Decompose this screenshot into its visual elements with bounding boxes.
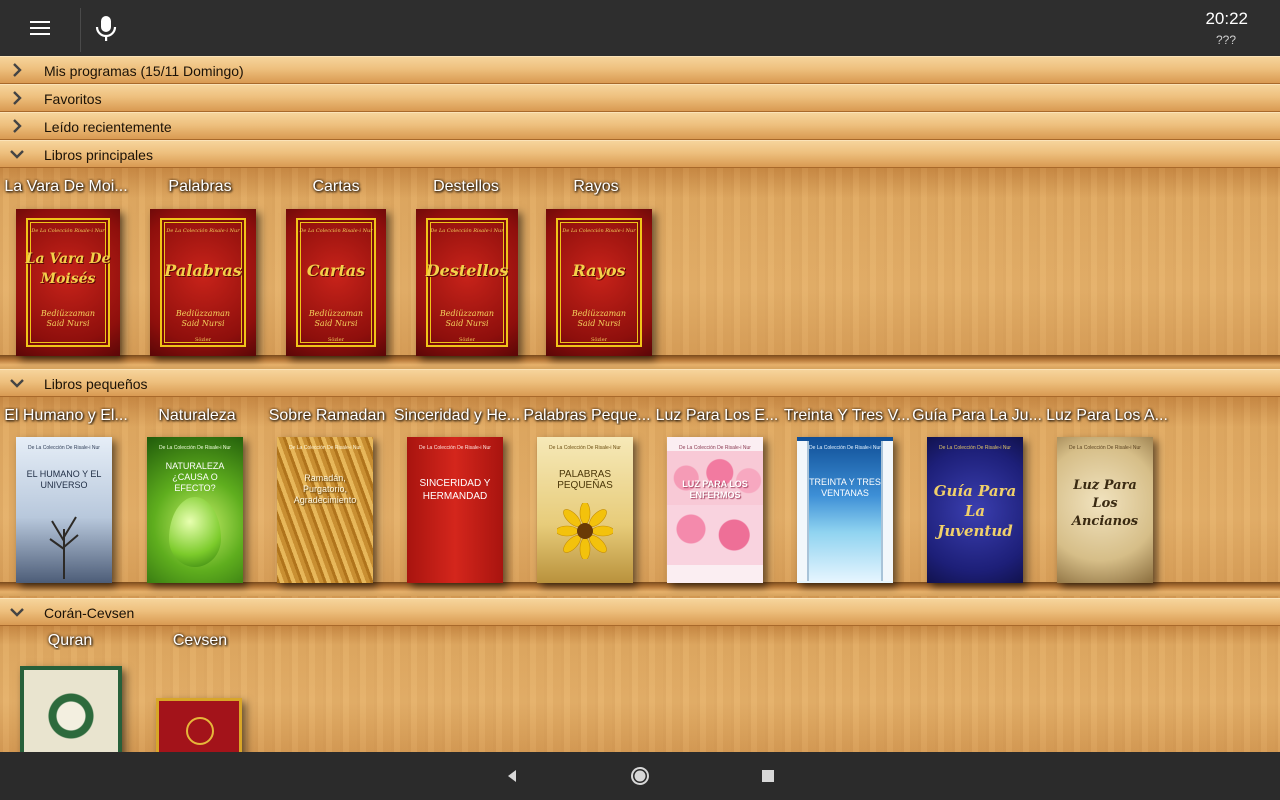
section-leido-recientemente[interactable]: Leído recientemente xyxy=(0,112,1280,140)
book-title: Rayos xyxy=(573,178,619,195)
shelf-libros-principales: La Vara De Moi... De La Colección Risale… xyxy=(0,168,1280,369)
section-label: Favoritos xyxy=(44,91,102,107)
book-title: La Vara De Moi... xyxy=(4,178,128,195)
top-app-bar: 20:22 ??? xyxy=(0,0,1280,56)
book-treinta-y-tres-ventanas[interactable]: Treinta Y Tres V... De La Colección De R… xyxy=(784,407,910,585)
chevron-down-icon xyxy=(10,150,24,159)
section-label: Libros pequeños xyxy=(44,376,148,392)
book-rayos[interactable]: Rayos De La Colección Risale-i Nur Rayos… xyxy=(546,178,652,358)
shelf-libros-pequenos: El Humano y El... De La Colección De Ris… xyxy=(0,397,1280,598)
book-title: Quran xyxy=(47,632,93,649)
book-cover: De La Colección De Risale-i Nur LUZ PARA… xyxy=(667,437,763,583)
book-cover: De La Colección De Risale-i Nur Guía Par… xyxy=(927,437,1023,583)
home-button[interactable] xyxy=(628,764,652,788)
book-quran[interactable]: Quran xyxy=(20,632,122,752)
recents-icon xyxy=(762,770,774,782)
book-title: Naturaleza xyxy=(158,407,236,424)
book-title: Palabras Peque... xyxy=(523,407,651,424)
book-cover: De La Colección De Risale-i Nur SINCERID… xyxy=(407,437,503,583)
book-cover: De La Colección Risale-i Nur Destellos B… xyxy=(416,209,518,356)
chevron-right-icon xyxy=(13,119,22,133)
book-luz-para-los-ancianos[interactable]: Luz Para Los A... De La Colección De Ris… xyxy=(1046,407,1168,585)
book-cover: De La Colección De Risale-i Nur Luz Para… xyxy=(1057,437,1153,583)
chevron-down-icon xyxy=(10,608,24,617)
section-label: Corán-Cevsen xyxy=(44,605,135,621)
chevron-down-icon xyxy=(10,379,24,388)
book-guia-para-la-juventud[interactable]: Guía Para La Ju... De La Colección De Ri… xyxy=(912,407,1042,585)
book-title: El Humano y El... xyxy=(4,407,128,424)
book-cartas[interactable]: Cartas De La Colección Risale-i Nur Cart… xyxy=(286,178,386,358)
section-coran-cevsen[interactable]: Corán-Cevsen xyxy=(0,598,1280,626)
back-button[interactable] xyxy=(500,764,524,788)
book-cover: De La Colección Risale-i Nur Rayos Bediü… xyxy=(546,209,652,356)
clock-subtext: ??? xyxy=(1215,33,1236,47)
book-destellos[interactable]: Destellos De La Colección Risale-i Nur D… xyxy=(416,178,518,358)
chevron-right-icon xyxy=(13,91,22,105)
book-title: Palabras xyxy=(168,178,232,195)
book-palabras-pequenas[interactable]: Palabras Peque... De La Colección De Ris… xyxy=(523,407,651,585)
book-title: Guía Para La Ju... xyxy=(912,407,1042,424)
book-cover: De La Colección De Risale-i Nur NATURALE… xyxy=(147,437,243,583)
book-naturaleza[interactable]: Naturaleza De La Colección De Risale-i N… xyxy=(147,407,243,585)
book-title: Cartas xyxy=(312,178,360,195)
book-title: Destellos xyxy=(433,178,499,195)
book-title: Sinceridad y He... xyxy=(393,407,521,424)
book-sobre-ramadan[interactable]: Sobre Ramadan De La Colección De Risale-… xyxy=(269,407,385,585)
book-luz-para-los-enfermos[interactable]: Luz Para Los E... De La Colección De Ris… xyxy=(656,407,778,585)
book-title: Cevsen xyxy=(172,632,228,649)
microphone-icon xyxy=(95,16,117,41)
voice-search-button[interactable] xyxy=(84,0,128,56)
book-title: Luz Para Los A... xyxy=(1046,407,1168,424)
book-cover xyxy=(156,698,242,752)
section-libros-pequenos[interactable]: Libros pequeños xyxy=(0,369,1280,397)
book-cover: De La Colección De Risale-i Nur EL HUMAN… xyxy=(16,437,112,583)
recents-button[interactable] xyxy=(756,764,780,788)
book-cevsen[interactable]: Cevsen xyxy=(156,632,244,752)
shelf-coran-cevsen: Quran Cevsen xyxy=(0,626,1280,752)
book-cover: De La Colección Risale-i Nur Cartas Bedi… xyxy=(286,209,386,356)
toolbar-divider xyxy=(80,8,81,52)
book-cover: De La Colección Risale-i Nur La Vara De … xyxy=(16,209,120,356)
book-cover: De La Colección Risale-i Nur Palabras Be… xyxy=(150,209,256,356)
menu-button[interactable] xyxy=(0,0,80,56)
home-icon xyxy=(631,767,649,785)
book-sinceridad-y-hermandad[interactable]: Sinceridad y He... De La Colección De Ri… xyxy=(394,407,520,585)
book-palabras[interactable]: Palabras De La Colección Risale-i Nur Pa… xyxy=(150,178,256,358)
section-mis-programas[interactable]: Mis programas (15/11 Domingo) xyxy=(0,56,1280,84)
book-cover: De La Colección De Risale-i Nur Ramadán,… xyxy=(277,437,373,583)
book-title: Treinta Y Tres V... xyxy=(783,407,911,424)
book-cover xyxy=(20,666,122,752)
book-title: Luz Para Los E... xyxy=(655,407,779,424)
clock-time: 20:22 xyxy=(1205,9,1248,28)
section-label: Mis programas (15/11 Domingo) xyxy=(44,63,244,79)
system-navigation-bar xyxy=(0,752,1280,800)
book-la-vara-de-moises[interactable]: La Vara De Moi... De La Colección Risale… xyxy=(4,178,128,358)
section-label: Leído recientemente xyxy=(44,119,172,135)
book-el-humano-y-el-universo[interactable]: El Humano y El... De La Colección De Ris… xyxy=(4,407,128,585)
section-favoritos[interactable]: Favoritos xyxy=(0,84,1280,112)
book-title: Sobre Ramadan xyxy=(268,407,386,424)
menu-icon xyxy=(30,21,50,35)
chevron-right-icon xyxy=(13,63,22,77)
book-cover: De La Colección De Risale-i Nur PALABRAS… xyxy=(537,437,633,583)
section-libros-principales[interactable]: Libros principales xyxy=(0,140,1280,168)
book-cover: De La Colección De Risale-i Nur TREINTA … xyxy=(797,437,893,583)
back-icon xyxy=(508,770,516,782)
section-label: Libros principales xyxy=(44,147,153,163)
